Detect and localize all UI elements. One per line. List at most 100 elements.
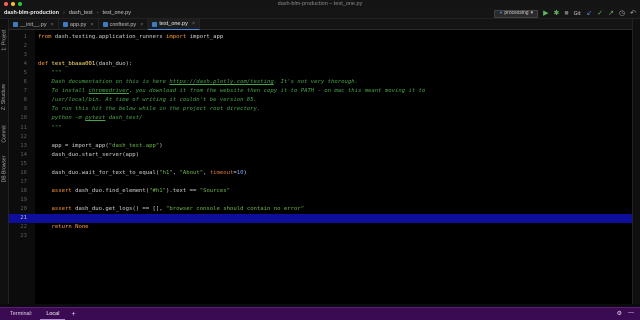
line-number: 1 — [23, 34, 27, 40]
code-line[interactable]: 12 — [9, 133, 632, 142]
line-number: 12 — [20, 133, 27, 140]
line-number: 22 — [20, 224, 27, 231]
rollback-icon[interactable]: ↶ — [630, 10, 636, 18]
window-title: dash-blm-production – test_one.py — [277, 1, 363, 7]
line-number: 11 — [20, 124, 27, 131]
code-line[interactable]: 21 — [9, 214, 632, 224]
code-line[interactable]: 15 — [9, 160, 632, 169]
code-line[interactable]: 6 Dash documentation on this is here htt… — [9, 78, 632, 87]
hide-panel-icon[interactable]: — — [628, 310, 634, 317]
code-text: """ — [51, 70, 62, 77]
tab-label: app.py — [69, 21, 87, 28]
close-tab-icon[interactable]: × — [90, 22, 93, 28]
tool-tab-label: Commit — [1, 125, 8, 143]
tab-app-py[interactable]: app.py × — [59, 19, 99, 30]
line-number: 15 — [20, 160, 27, 167]
code-line[interactable]: 8 /usr/local/bin. At time of writing it … — [9, 96, 632, 105]
python-file-icon — [62, 22, 68, 27]
code-line[interactable]: 4 def test_bbaaa001(dash_duo): — [9, 60, 632, 69]
tab-label: test_one.py — [159, 21, 188, 27]
code-line[interactable]: 23 — [9, 232, 632, 241]
line-number: 13 — [20, 142, 27, 149]
title-bar: dash-blm-production – test_one.py — [0, 0, 640, 8]
code-line[interactable]: 18 assert dash_duo.find_element("#h1").t… — [9, 187, 632, 196]
code-line[interactable]: 22 return None — [9, 223, 632, 232]
close-tab-icon[interactable]: × — [192, 21, 195, 27]
history-icon[interactable]: ◷ — [619, 10, 625, 18]
breadcrumb-project[interactable]: dash-blm-production — [0, 8, 63, 18]
tool-tab-project[interactable]: 1: Project — [0, 23, 9, 57]
run-config-select[interactable]: ● processing ▾ — [494, 9, 539, 18]
code-text: assert dash_duo.get_logs() == [], "brows… — [51, 205, 305, 212]
close-tab-icon[interactable]: × — [140, 22, 143, 28]
tool-tab-structure[interactable]: Z: Structure — [0, 77, 9, 117]
line-number: 20 — [20, 205, 27, 212]
code-line[interactable]: 3 — [9, 51, 632, 60]
tab-conftest-py[interactable]: conftest.py × — [99, 19, 149, 30]
code-text: dash_duo.start_server(app) — [38, 151, 140, 158]
tool-tab-commit[interactable]: Commit — [0, 123, 9, 145]
left-tool-strip: 1: Project Z: Structure Commit DB Browse… — [0, 19, 9, 307]
line-number: 14 — [20, 151, 27, 158]
tab-label: __init__.py — [20, 21, 47, 28]
close-window-icon[interactable] — [4, 2, 8, 6]
window-controls[interactable] — [4, 2, 22, 6]
line-number: 10 — [20, 115, 27, 122]
code-text: To run this hit the below while in the p… — [51, 106, 261, 113]
code-text: Dash documentation on this is here https… — [51, 79, 358, 86]
line-number: 5 — [23, 70, 27, 77]
settings-gear-icon[interactable]: ⚙ — [617, 310, 622, 317]
breadcrumb-folder[interactable]: dash_test — [65, 8, 97, 18]
code-line[interactable]: 11 """ — [9, 124, 632, 133]
line-number: 23 — [20, 233, 27, 240]
breadcrumb-file[interactable]: test_one.py — [99, 8, 135, 18]
code-line[interactable]: 1 from dash.testing.application_runners i… — [9, 33, 632, 42]
add-terminal-button[interactable]: + — [71, 311, 75, 318]
code-text: return None — [51, 224, 89, 231]
tab-init-py[interactable]: __init__.py × — [9, 19, 59, 30]
line-number: 19 — [20, 196, 27, 203]
close-tab-icon[interactable]: × — [51, 22, 54, 28]
minimize-window-icon[interactable] — [11, 2, 15, 6]
run-icon[interactable]: ▶ — [543, 10, 548, 18]
stop-icon[interactable]: ■ — [564, 10, 568, 18]
code-editor[interactable]: 1 from dash.testing.application_runners i… — [9, 30, 632, 304]
code-line[interactable]: 16 dash_duo.wait_for_text_to_equal("h1",… — [9, 169, 632, 178]
code-line[interactable]: 5 """ — [9, 69, 632, 78]
zoom-window-icon[interactable] — [18, 2, 22, 6]
code-text: """ — [51, 124, 62, 131]
tab-label: conftest.py — [109, 21, 137, 28]
code-line[interactable]: 7 To install chromedriver, you download … — [9, 87, 632, 96]
line-number: 7 — [23, 88, 27, 95]
git-commit-icon[interactable]: ✓ — [597, 10, 603, 18]
python-file-icon — [13, 22, 18, 27]
tab-test-one-py[interactable]: test_one.py × — [148, 19, 201, 30]
code-line[interactable]: 19 — [9, 196, 632, 205]
line-number: 6 — [23, 79, 27, 86]
code-text: app = import_app("dash_test.app") — [38, 142, 163, 149]
code-line[interactable]: 13 app = import_app("dash_test.app") — [9, 142, 632, 151]
code-line[interactable]: 2 — [9, 42, 632, 51]
git-label: Git: — [573, 10, 582, 17]
terminal-label: Terminal: — [10, 311, 33, 317]
code-line[interactable]: 17 — [9, 178, 632, 187]
tool-tab-db-browser[interactable]: DB Browser — [0, 149, 9, 189]
git-push-icon[interactable]: ↗ — [608, 10, 614, 18]
code-text: assert dash_duo.find_element("#h1").text… — [51, 187, 231, 194]
terminal-tab-local[interactable]: Local — [40, 308, 66, 320]
code-line[interactable]: 10 python -m pytest dash_test/ — [9, 114, 632, 123]
editor-tabs: __init__.py × app.py × conftest.py × test_one.… — [9, 19, 632, 30]
terminal-bar: Terminal: Local + ⚙ — — [0, 307, 640, 320]
code-text: dash_duo.wait_for_text_to_equal("h1", "A… — [38, 169, 247, 176]
code-text: /usr/local/bin. At time of writing it co… — [51, 97, 257, 104]
code-line[interactable]: 9 To run this hit the below while in the… — [9, 105, 632, 114]
code-line[interactable]: 14 dash_duo.start_server(app) — [9, 151, 632, 160]
code-line[interactable]: 20 assert dash_duo.get_logs() == [], "br… — [9, 205, 632, 214]
debug-icon[interactable]: ✱ — [554, 10, 560, 18]
python-file-icon — [152, 21, 158, 27]
code-text: To install chromedriver, you download it… — [51, 88, 426, 95]
run-config-label: processing — [504, 10, 529, 16]
git-update-icon[interactable]: ↙ — [586, 10, 592, 18]
code-text: from dash.testing.application_runners im… — [38, 34, 224, 40]
line-number: 4 — [23, 61, 27, 68]
